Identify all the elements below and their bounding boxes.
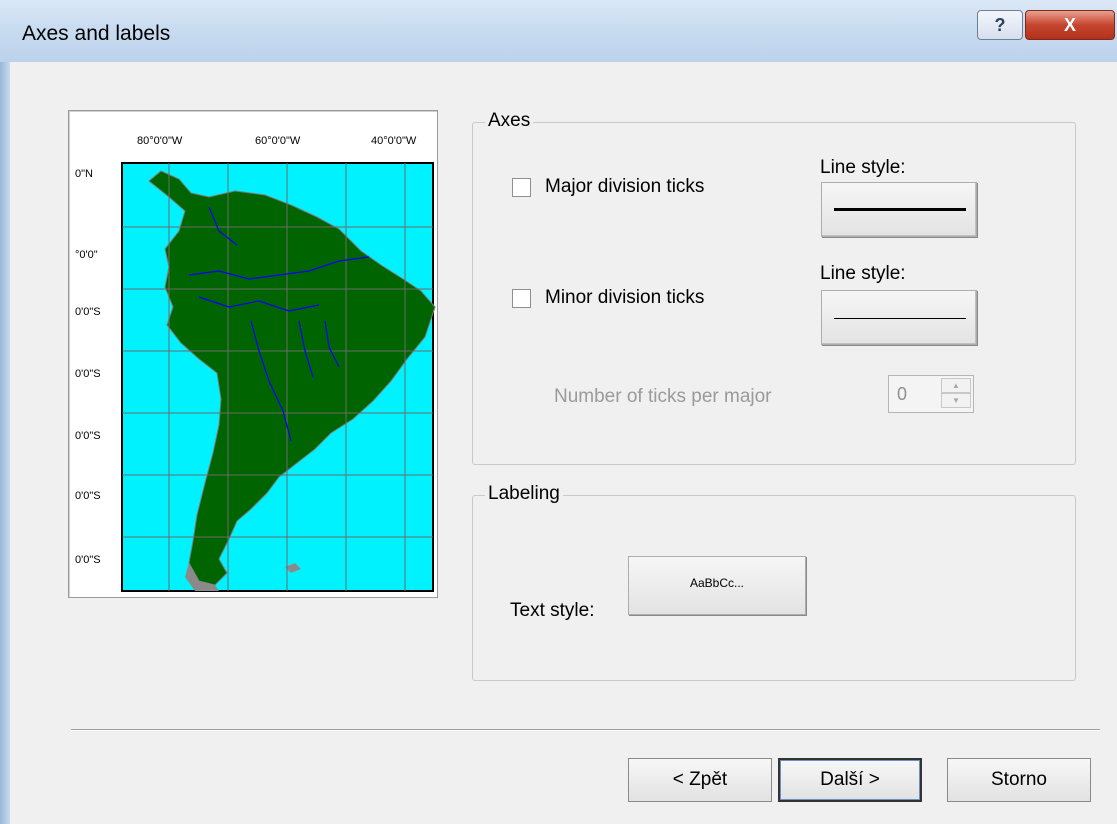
lon-label-40w: 40°0'0"W [371,135,417,147]
lon-label-80w: 80°0'0"W [137,135,183,147]
cancel-button-label: Storno [991,769,1047,790]
axes-group-legend: Axes [485,110,534,132]
back-button[interactable]: < Zpět [628,758,772,802]
dialog-title: Axes and labels [22,22,171,45]
major-ticks-label: Major division ticks [545,176,705,197]
lat-label-5: 0'0"S [75,430,101,442]
minor-ticks-checkbox[interactable] [512,288,531,308]
window-frame [0,62,10,824]
lat-label-7: 0'0"S [75,554,101,566]
back-button-label: < Zpět [672,769,728,790]
lat-label-3: 0'0"S [75,306,101,318]
spin-down-icon[interactable]: ▼ [941,393,971,408]
map-preview-canvas: 80°0'0"W 60°0'0"W 40°0'0"W 0"N °0'0" 0'0… [75,135,436,592]
button-separator [71,729,1100,731]
major-ticks-checkbox[interactable] [512,177,531,197]
text-style-label: Text style: [510,600,595,621]
spinner-arrows: ▲ ▼ [941,378,971,410]
lat-label-6: 0'0"S [75,490,101,502]
question-mark-icon: ? [994,14,1006,35]
close-button[interactable]: X [1025,10,1115,40]
ticks-per-major-label: Number of ticks per major [554,386,772,407]
minor-ticks-label: Minor division ticks [545,287,705,308]
lon-label-60w: 60°0'0"W [255,135,301,147]
text-style-button[interactable]: AaBbCc... [628,556,806,615]
major-line-style-label: Line style: [820,157,906,178]
labeling-group-legend: Labeling [485,483,563,505]
map-preview: 80°0'0"W 60°0'0"W 40°0'0"W 0"N °0'0" 0'0… [68,110,438,598]
next-button[interactable]: Další > [778,758,922,802]
ticks-per-major-value[interactable]: 0 [897,384,907,405]
close-icon: X [1063,14,1076,35]
minor-ticks-option[interactable]: Minor division ticks [512,287,704,309]
major-ticks-option[interactable]: Major division ticks [512,176,704,198]
major-line-style-button[interactable] [821,182,977,237]
next-button-label: Další > [820,769,880,790]
lat-label-2: °0'0" [75,249,98,261]
cancel-button[interactable]: Storno [947,758,1091,802]
thick-line-sample [834,207,966,211]
spin-up-icon[interactable]: ▲ [941,378,971,393]
title-bar[interactable]: Axes and labels ? X [0,0,1117,62]
ticks-per-major-spinner[interactable]: 0 ▲ ▼ [888,375,974,413]
axes-and-labels-dialog: Axes and labels ? X 80°0'0"W 60°0'0"W 40… [0,0,1117,824]
help-button[interactable]: ? [977,10,1023,40]
minor-line-style-label: Line style: [820,263,906,284]
thin-line-sample [834,317,966,319]
lat-label-1: 0"N [75,168,93,180]
text-style-sample: AaBbCc... [689,576,745,590]
minor-line-style-button[interactable] [821,290,977,345]
lat-label-4: 0'0"S [75,368,101,380]
